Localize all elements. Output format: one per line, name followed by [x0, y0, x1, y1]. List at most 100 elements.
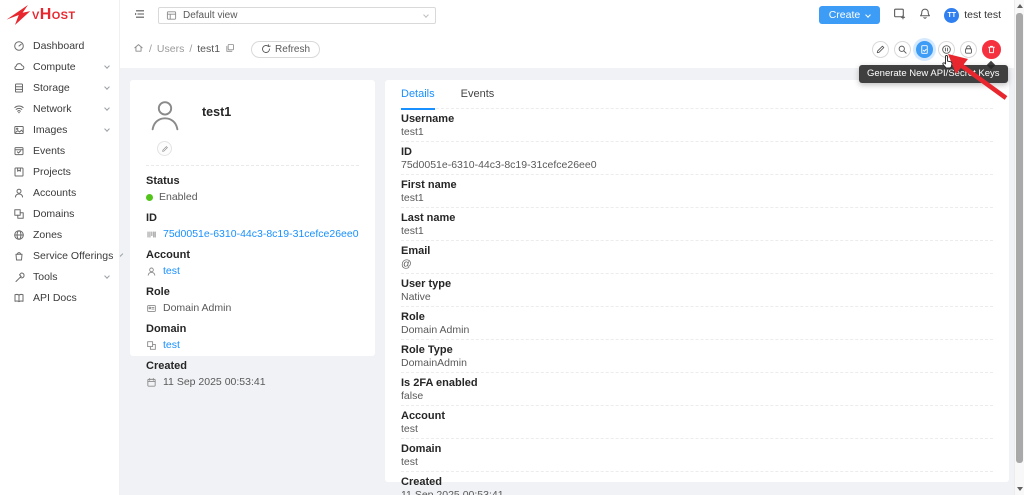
tab-events[interactable]: Events [461, 80, 495, 109]
page: vHost Dashboard Compute Storage Network … [0, 0, 1024, 495]
magnifier-icon [897, 44, 908, 55]
details-card: Details Events Usernametest1 ID75d0051e-… [385, 80, 1009, 482]
sidebar-item-events[interactable]: Events [0, 140, 119, 161]
calendar-icon [146, 377, 157, 388]
sidebar-item-projects[interactable]: Projects [0, 161, 119, 182]
tooltip: Generate New API/Secret Keys [859, 65, 1008, 83]
profile-field-created: Created 11 Sep 2025 00:53:41 [146, 360, 359, 388]
copy-icon[interactable] [225, 43, 235, 56]
chevron-down-icon [104, 84, 110, 90]
trash-icon [986, 44, 997, 55]
barcode-icon [146, 229, 157, 240]
brand-logo[interactable]: vHost [0, 0, 119, 30]
sidebar-item-domains[interactable]: Domains [0, 203, 119, 224]
scroll-down-arrow[interactable] [1017, 487, 1023, 491]
detail-row-role-type: Role TypeDomainAdmin [401, 340, 993, 373]
database-icon [13, 82, 25, 94]
divider [146, 165, 359, 166]
domain-link[interactable]: test [163, 339, 180, 351]
disable-user-button[interactable] [938, 41, 955, 58]
view-selector[interactable]: Default view [158, 7, 436, 24]
detail-row-id: ID75d0051e-6310-44c3-8c19-31cefce26ee0 [401, 142, 993, 175]
edit-button[interactable] [872, 41, 889, 58]
picture-icon [13, 124, 25, 136]
view-selector-value: Default view [183, 10, 237, 21]
detail-row-first-name: First nametest1 [401, 175, 993, 208]
status-dot [146, 194, 153, 201]
chevron-down-icon [423, 12, 429, 18]
book-icon [13, 292, 25, 304]
sidebar-item-api-docs[interactable]: API Docs [0, 287, 119, 308]
detail-row-last-name: Last nametest1 [401, 208, 993, 241]
search-button[interactable] [894, 41, 911, 58]
topbar: Default view Create TT test test [120, 0, 1014, 30]
sidebar-item-service-offerings[interactable]: Service Offerings [0, 245, 119, 266]
account-link[interactable]: test [163, 265, 180, 277]
detail-row-role: RoleDomain Admin [401, 307, 993, 340]
scrollbar-thumb[interactable] [1016, 13, 1023, 463]
detail-row-user-type: User typeNative [401, 274, 993, 307]
chevron-down-icon [865, 12, 871, 18]
change-password-button[interactable] [960, 41, 977, 58]
sidebar: vHost Dashboard Compute Storage Network … [0, 0, 120, 495]
sidebar-item-accounts[interactable]: Accounts [0, 182, 119, 203]
sidebar-item-dashboard[interactable]: Dashboard [0, 35, 119, 56]
user-name: test test [964, 9, 1001, 21]
detail-row-2fa: Is 2FA enabledfalse [401, 373, 993, 406]
file-protect-icon [919, 44, 930, 55]
reload-icon [261, 44, 271, 54]
profile-field-id: ID 75d0051e-6310-44c3-8c19-31cefce26ee0 [146, 212, 359, 240]
sidebar-item-tools[interactable]: Tools [0, 266, 119, 287]
home-icon[interactable] [133, 42, 144, 56]
bell-icon[interactable] [919, 7, 931, 23]
tab-details[interactable]: Details [401, 80, 435, 109]
action-buttons [872, 40, 1001, 59]
brand-name: vHost [32, 6, 76, 24]
breadcrumb-separator: / [149, 43, 152, 55]
user-menu[interactable]: TT test test [944, 8, 1001, 23]
scroll-up-arrow[interactable] [1017, 4, 1023, 8]
pencil-icon [161, 145, 169, 153]
id-card-icon [146, 303, 157, 314]
tab-bar: Details Events [401, 80, 993, 109]
sidebar-item-zones[interactable]: Zones [0, 224, 119, 245]
content: test1 Status Enabled ID 75d0051e-6310-44… [120, 68, 1014, 495]
schedule-icon [13, 145, 25, 157]
profile-field-account: Account test [146, 249, 359, 277]
id-link[interactable]: 75d0051e-6310-44c3-8c19-31cefce26ee0 [163, 228, 359, 240]
profile-field-status: Status Enabled [146, 175, 359, 203]
project-switch-icon[interactable] [893, 7, 906, 23]
sidebar-item-compute[interactable]: Compute [0, 56, 119, 77]
detail-row-domain: Domaintest [401, 439, 993, 472]
create-button[interactable]: Create [819, 6, 881, 24]
sidebar-item-network[interactable]: Network [0, 98, 119, 119]
cloud-icon [13, 61, 25, 73]
detail-row-created: Created11 Sep 2025 00:53:41 [401, 472, 993, 495]
chevron-down-icon [104, 105, 110, 111]
breadcrumb-separator: / [189, 43, 192, 55]
sidebar-menu: Dashboard Compute Storage Network Images… [0, 30, 119, 308]
scrollbar[interactable] [1014, 0, 1024, 495]
refresh-button[interactable]: Refresh [251, 41, 320, 58]
detail-row-username: Usernametest1 [401, 109, 993, 142]
user-icon [13, 187, 25, 199]
profile-name: test1 [202, 105, 231, 119]
created-value: 11 Sep 2025 00:53:41 [163, 376, 266, 388]
pencil-icon [875, 44, 886, 55]
sidebar-item-storage[interactable]: Storage [0, 77, 119, 98]
menu-fold-icon[interactable] [133, 8, 147, 23]
status-value: Enabled [159, 191, 198, 203]
pause-circle-icon [941, 44, 952, 55]
delete-button[interactable] [982, 40, 1001, 59]
generate-keys-button[interactable] [916, 41, 933, 58]
breadcrumb-current: test1 [197, 43, 220, 55]
chevron-down-icon [104, 63, 110, 69]
brand-arrow-icon [5, 3, 31, 27]
globe-icon [13, 229, 25, 241]
breadcrumb-users[interactable]: Users [157, 43, 184, 55]
edit-avatar-button[interactable] [157, 141, 172, 156]
user-icon [146, 266, 157, 277]
sidebar-item-images[interactable]: Images [0, 119, 119, 140]
subbar: / Users / test1 Refresh [120, 30, 1014, 68]
tool-icon [13, 271, 25, 283]
